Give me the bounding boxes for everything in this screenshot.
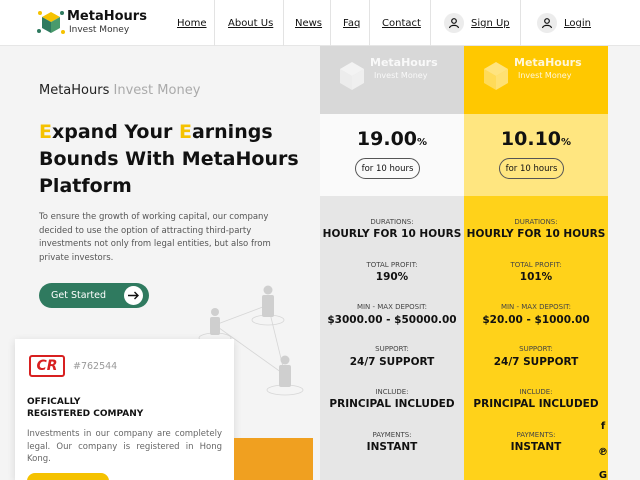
registration-title-line: OFFICALLY	[27, 397, 81, 407]
user-icon	[537, 13, 557, 33]
nav-divider	[283, 0, 284, 46]
logo-subtitle: Invest Money	[69, 25, 130, 35]
title-text: xpand Your	[51, 121, 179, 143]
registration-card: CR #762544 OFFICALLY REGISTERED COMPANY …	[15, 339, 234, 480]
plan-card: MetaHours Invest Money 19.00% for 10 hou…	[320, 46, 464, 480]
deposit-value: $20.00 - $1000.00	[482, 314, 590, 326]
logo-cube-icon	[37, 11, 65, 34]
nav-divider	[520, 0, 521, 46]
plan-rate-unit: %	[561, 137, 572, 148]
signup-label: Sign Up	[471, 17, 510, 29]
get-started-button[interactable]: Get Started	[39, 283, 149, 308]
user-icon	[444, 13, 464, 33]
nav-divider	[330, 0, 331, 46]
plan-logo-subtitle: Invest Money	[374, 71, 428, 80]
nav-news[interactable]: News	[295, 0, 322, 46]
durations-value: HOURLY FOR 10 HOURS	[466, 228, 606, 240]
durations-value: HOURLY FOR 10 HOURS	[322, 228, 462, 240]
profit-value: 101%	[519, 271, 553, 283]
plan-rate: 19.00%	[320, 128, 464, 150]
deposit-label: MIN - MAX DEPOSIT:	[356, 303, 428, 311]
durations-label: DURATIONS:	[370, 218, 414, 226]
login-label: Login	[564, 17, 591, 29]
profit-label: TOTAL PROFIT:	[366, 261, 418, 269]
include-value: PRINCIPAL INCLUDED	[473, 398, 599, 410]
site-header: MetaHours Invest Money Home About Us New…	[0, 0, 640, 46]
registration-title: OFFICALLY REGISTERED COMPANY	[27, 396, 143, 420]
registration-number: #762544	[73, 361, 118, 372]
plan-logo-subtitle: Invest Money	[518, 71, 572, 80]
nav-faq[interactable]: Faq	[343, 0, 360, 46]
facebook-icon[interactable]: f	[597, 421, 609, 433]
plan-card: MetaHours Invest Money 10.10% for 10 hou…	[464, 46, 608, 480]
support-label: SUPPORT:	[519, 345, 553, 353]
login-button[interactable]: Login	[537, 0, 591, 46]
plan-logo-title: MetaHours	[514, 56, 582, 69]
plan-header: MetaHours Invest Money	[320, 46, 464, 114]
logo-title: MetaHours	[67, 9, 147, 24]
plan-period: for 10 hours	[355, 158, 420, 179]
nav-divider	[430, 0, 431, 46]
plan-period: for 10 hours	[499, 158, 564, 179]
get-started-label: Get Started	[51, 290, 107, 301]
registration-text: Investments in our company are completel…	[27, 429, 222, 464]
title-accent-letter: E	[178, 121, 192, 143]
plan-rate-value: 10.10	[500, 128, 562, 150]
nav-home[interactable]: Home	[177, 0, 207, 46]
hero-title: Expand Your Earnings Bounds With MetaHou…	[39, 119, 329, 200]
site-logo[interactable]: MetaHours Invest Money	[37, 7, 147, 39]
durations-label: DURATIONS:	[514, 218, 558, 226]
title-text: Bounds With MetaHours	[39, 148, 299, 170]
profit-value: 190%	[375, 271, 409, 283]
support-value: 24/7 SUPPORT	[493, 356, 579, 368]
support-value: 24/7 SUPPORT	[349, 356, 435, 368]
payments-value: INSTANT	[510, 441, 562, 453]
hero-brand-sub: Invest Money	[113, 83, 201, 98]
nav-contact[interactable]: Contact	[382, 0, 421, 46]
hero-brand-main: MetaHours	[39, 83, 110, 98]
deposit-label: MIN - MAX DEPOSIT:	[500, 303, 572, 311]
certificate-button[interactable]	[27, 473, 109, 480]
profit-label: TOTAL PROFIT:	[510, 261, 562, 269]
nav-divider	[369, 0, 370, 46]
plan-rate-unit: %	[417, 137, 428, 148]
include-label: INCLUDE:	[519, 388, 553, 396]
payments-value: INSTANT	[366, 441, 418, 453]
pinterest-icon[interactable]: ℗	[597, 447, 609, 459]
google-icon[interactable]: G	[597, 470, 609, 480]
plan-rate-box	[464, 114, 608, 196]
payments-label: PAYMENTS:	[372, 431, 412, 439]
payments-label: PAYMENTS:	[516, 431, 556, 439]
include-label: INCLUDE:	[375, 388, 409, 396]
registration-title-line: REGISTERED COMPANY	[27, 409, 144, 419]
promo-image-block	[234, 438, 313, 480]
plan-rate-value: 19.00	[356, 128, 418, 150]
title-accent-letter: E	[39, 121, 52, 143]
signup-button[interactable]: Sign Up	[444, 0, 510, 46]
deposit-value: $3000.00 - $50000.00	[327, 314, 457, 326]
plan-rate-box	[320, 114, 464, 196]
include-value: PRINCIPAL INCLUDED	[329, 398, 455, 410]
cr-logo: CR	[29, 355, 65, 377]
arrow-right-icon	[124, 286, 143, 305]
nav-about-us[interactable]: About Us	[228, 0, 273, 46]
title-text: Platform	[39, 175, 132, 197]
plan-header: MetaHours Invest Money	[464, 46, 608, 114]
support-label: SUPPORT:	[375, 345, 409, 353]
title-text: arnings	[191, 121, 273, 143]
plan-rate: 10.10%	[464, 128, 608, 150]
hero-description: To ensure the growth of working capital,…	[39, 212, 271, 263]
nav-divider	[214, 0, 215, 46]
hero-brand-line: MetaHours Invest Money	[39, 83, 200, 98]
plan-logo-title: MetaHours	[370, 56, 438, 69]
